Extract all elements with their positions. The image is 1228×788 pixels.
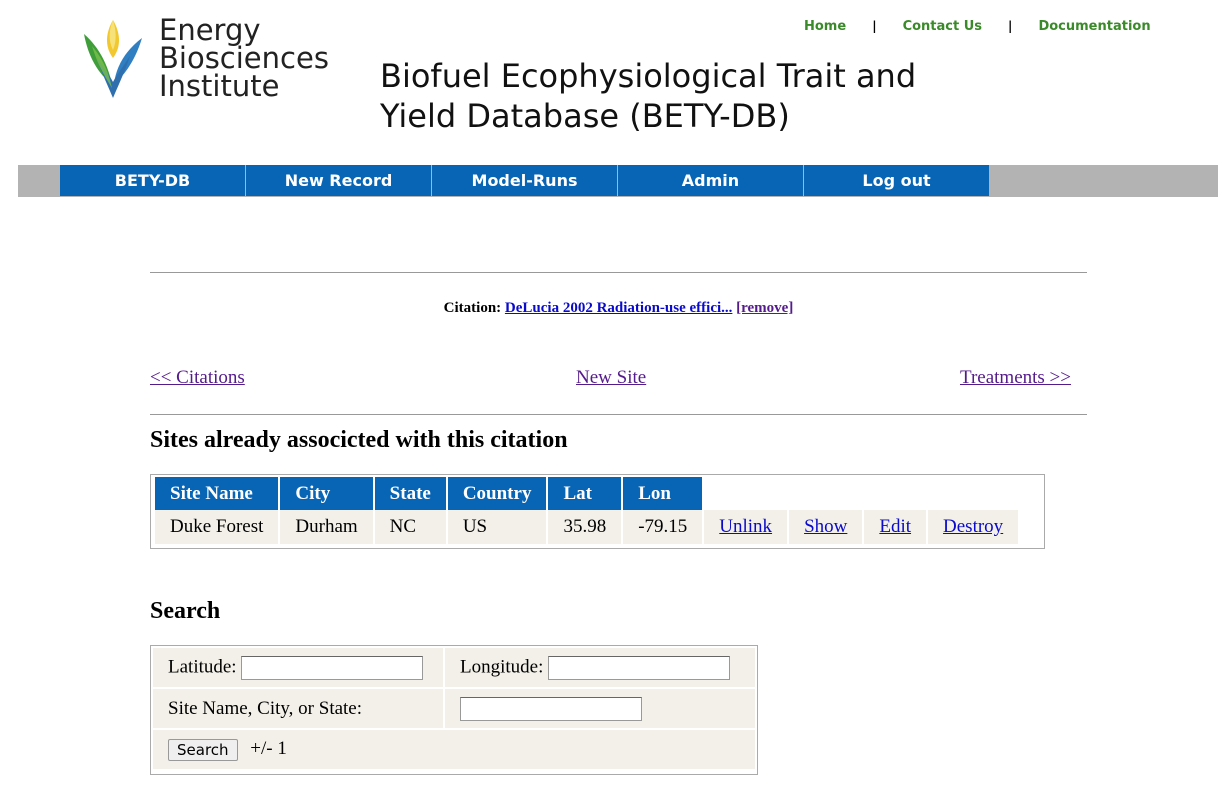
column-header: Lon [623,477,703,510]
divider [150,272,1087,273]
home-link[interactable]: Home [804,19,846,34]
link-separator: | [1008,19,1013,33]
country-cell: US [447,510,547,544]
new-nav: New Site [576,367,646,389]
nav-model-runs[interactable]: Model-Runs [432,165,617,196]
prev-nav: << Citations [150,367,245,389]
column-header: City [280,477,373,510]
action-cell: Edit [864,510,927,544]
column-header: Lat [548,477,622,510]
site-name-city-state-label: Site Name, City, or State: [168,697,363,719]
search-button[interactable]: Search [168,738,238,761]
nav-new-record[interactable]: New Record [246,165,431,196]
latitude-cell: Latitude: [153,648,443,687]
logo-wordmark: Energy Biosciences Institute [159,13,329,103]
lat-cell: 35.98 [548,510,622,544]
top-links: Home | Contact Us | Documentation [804,18,1151,34]
site-name-city-state-input[interactable] [460,696,642,721]
page-title: Biofuel Ecophysiological Trait and Yield… [380,56,1000,136]
destroy-link[interactable]: Destroy [943,516,1003,537]
treatments-forward-link[interactable]: Treatments >> [960,367,1071,388]
search-table: Latitude: Longitude: Site Name, City, or… [151,646,757,771]
column-header: State [374,477,446,510]
longitude-label: Longitude: [460,655,544,677]
divider [150,414,1087,415]
citation-line: Citation: DeLucia 2002 Radiation-use eff… [150,300,1087,317]
nav-bety-db[interactable]: BETY-DB [60,165,245,196]
ebi-logo [82,16,144,100]
search-row: Latitude: Longitude: [153,648,755,687]
search-row: Search +/- 1 [153,730,755,769]
site-name-cell: Duke Forest [155,510,279,544]
contact-us-link[interactable]: Contact Us [903,19,982,34]
search-heading: Search [150,598,221,624]
name-label-cell: Site Name, City, or State: [153,689,443,728]
action-cell: Destroy [928,510,1019,544]
sites-table: Site Name City State Country Lat Lon Duk… [153,477,1020,544]
logo-text-line: Institute [159,69,280,103]
logo-text-line: Biosciences [159,41,329,75]
citation-link[interactable]: DeLucia 2002 Radiation-use effici... [505,300,732,316]
logo-text-line: Energy [159,13,261,47]
action-cell: Show [789,510,863,544]
page-title-line: Biofuel Ecophysiological Trait and [380,57,917,95]
city-cell: Durham [280,510,373,544]
show-link[interactable]: Show [804,516,847,537]
name-input-cell [445,689,755,728]
edit-link[interactable]: Edit [879,516,911,537]
nav-admin[interactable]: Admin [618,165,803,196]
nav-log-out[interactable]: Log out [804,165,989,196]
longitude-cell: Longitude: [445,648,755,687]
sites-heading: Sites already associcted with this citat… [150,427,568,453]
search-row: Site Name, City, or State: [153,689,755,728]
search-button-cell: Search +/- 1 [153,730,755,769]
latitude-input[interactable] [241,655,424,680]
tolerance-text: +/- 1 [250,738,287,760]
citation-label: Citation: [443,300,502,316]
citations-back-link[interactable]: << Citations [150,367,245,388]
latitude-label: Latitude: [168,655,237,677]
action-cell: Unlink [704,510,788,544]
main-nav: BETY-DB New Record Model-Runs Admin Log … [18,165,1218,197]
lon-cell: -79.15 [623,510,703,544]
column-header: Country [447,477,547,510]
new-site-link[interactable]: New Site [576,367,646,388]
remove-citation-link[interactable]: [remove] [736,300,793,316]
search-form: Latitude: Longitude: Site Name, City, or… [150,645,758,775]
sites-table-container: Site Name City State Country Lat Lon Duk… [150,474,1045,549]
unlink-link[interactable]: Unlink [719,516,772,537]
page-title-line: Yield Database (BETY-DB) [380,97,790,135]
link-separator: | [872,19,877,33]
longitude-input[interactable] [548,655,731,680]
table-header-row: Site Name City State Country Lat Lon [155,477,1018,510]
next-nav: Treatments >> [960,367,1071,389]
table-row: Duke Forest Durham NC US 35.98 -79.15 Un… [155,510,1019,544]
column-header: Site Name [155,477,279,510]
documentation-link[interactable]: Documentation [1038,19,1150,34]
state-cell: NC [374,510,446,544]
